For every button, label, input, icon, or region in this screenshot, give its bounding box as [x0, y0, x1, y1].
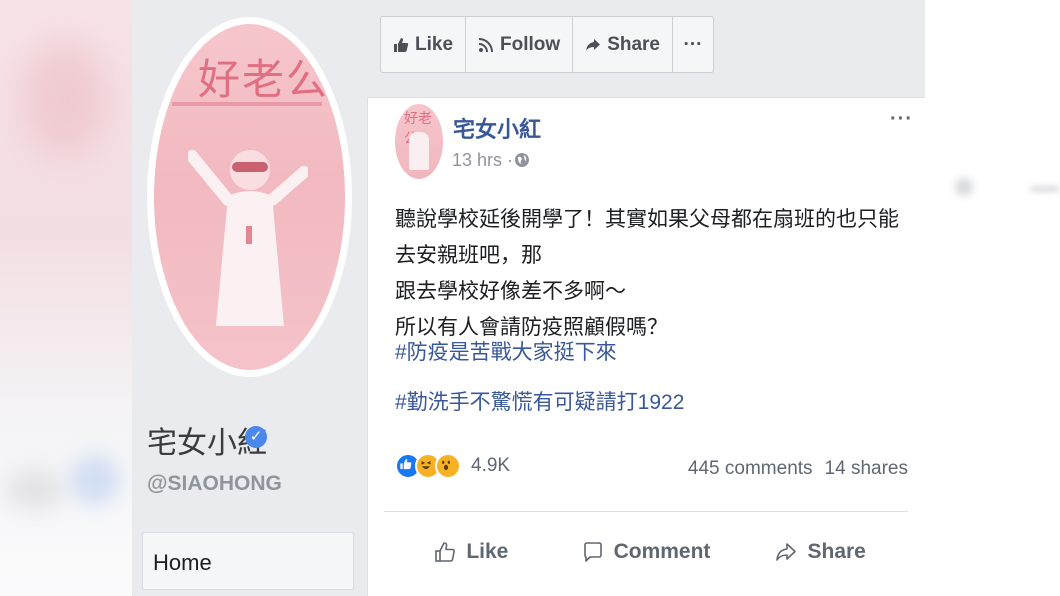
post-body-text: 聽說學校延後開學了！其實如果父母都在扇班的也只能去安親班吧，那 跟去學校好像差不… [395, 202, 915, 346]
blurred-shape [1030, 186, 1060, 192]
globe-privacy-icon [515, 153, 529, 167]
comments-count-link[interactable]: 445 comments [688, 458, 813, 479]
profile-avatar[interactable]: 好老公 [154, 24, 345, 370]
post-comment-label: Comment [613, 540, 711, 563]
thumbs-up-outline-icon [435, 542, 456, 562]
thumbs-up-icon [394, 37, 409, 52]
post-options-more-icon[interactable]: ··· [890, 108, 913, 131]
post-like-button[interactable]: Like [384, 528, 559, 576]
action-divider [384, 511, 908, 512]
post-share-button[interactable]: Share [733, 528, 908, 576]
post-timestamp[interactable]: 13 hrs · [452, 150, 513, 171]
page-share-label: Share [607, 33, 660, 55]
post-action-bar: Like Comment Share [384, 528, 908, 576]
engagement-counts: 445 comments 14 shares [688, 458, 908, 480]
blurred-background-left [0, 0, 132, 596]
profile-column: 好老公 宅女小紅 ✓ @SIAOHONG Home [132, 0, 367, 596]
page-like-button[interactable]: Like [381, 17, 467, 72]
blurred-shape [70, 455, 120, 505]
post-text-line: 跟去學校好像差不多啊～ [395, 280, 626, 303]
rss-follow-icon [478, 37, 494, 52]
post-author-avatar[interactable]: 好老公 [395, 104, 443, 179]
avatar-cover-subtitle-bar [172, 102, 322, 106]
profile-handle: @SIAOHONG [147, 472, 282, 495]
page-follow-label: Follow [500, 33, 561, 55]
facebook-page-screenshot: 好老公 宅女小紅 ✓ @SIAOHONG Home Like Follow Sh… [132, 0, 925, 596]
post-card: 好老公 宅女小紅 13 hrs · ··· 聽說學校延後開學了！其實如果父母都在… [367, 97, 925, 596]
share-arrow-icon [586, 38, 601, 51]
blurred-shape [5, 470, 65, 510]
post-comment-button[interactable]: Comment [559, 528, 734, 576]
reactions-summary[interactable]: 4.9K [395, 453, 510, 479]
hashtag-link[interactable]: #防疫是苦戰大家挺下來 [395, 336, 617, 366]
hashtag-link[interactable]: #勤洗手不驚慌有可疑請打1922 [395, 386, 684, 416]
post-text-line: 聽說學校延後開學了！其實如果父母都在扇班的也只能去安親班吧，那 [395, 208, 899, 267]
page-share-button[interactable]: Share [573, 17, 673, 72]
page-like-label: Like [415, 33, 454, 55]
reaction-count: 4.9K [471, 455, 511, 476]
comment-bubble-icon [583, 542, 602, 562]
nav-home-label: Home [153, 550, 212, 575]
shares-count-link[interactable]: 14 shares [825, 458, 908, 479]
page-action-toolbar: Like Follow Share ··· [380, 16, 714, 73]
page-follow-button[interactable]: Follow [466, 17, 574, 72]
blurred-shape [955, 178, 973, 196]
verified-badge-icon: ✓ [245, 426, 267, 448]
avatar-figure-illustration [188, 150, 308, 326]
blurred-shape [20, 40, 110, 160]
mini-figure-illustration [409, 132, 429, 170]
page-more-button[interactable]: ··· [673, 17, 713, 72]
nav-home-button[interactable]: Home [142, 532, 354, 590]
post-author-name[interactable]: 宅女小紅 [453, 112, 541, 144]
wow-reaction-icon [435, 453, 461, 479]
blurred-background-right [925, 0, 1060, 596]
share-outline-icon [776, 543, 797, 561]
post-share-label: Share [807, 540, 866, 563]
post-like-label: Like [466, 540, 509, 563]
more-dots-icon: ··· [683, 33, 703, 55]
avatar-cover-title: 好老公 [198, 55, 331, 104]
